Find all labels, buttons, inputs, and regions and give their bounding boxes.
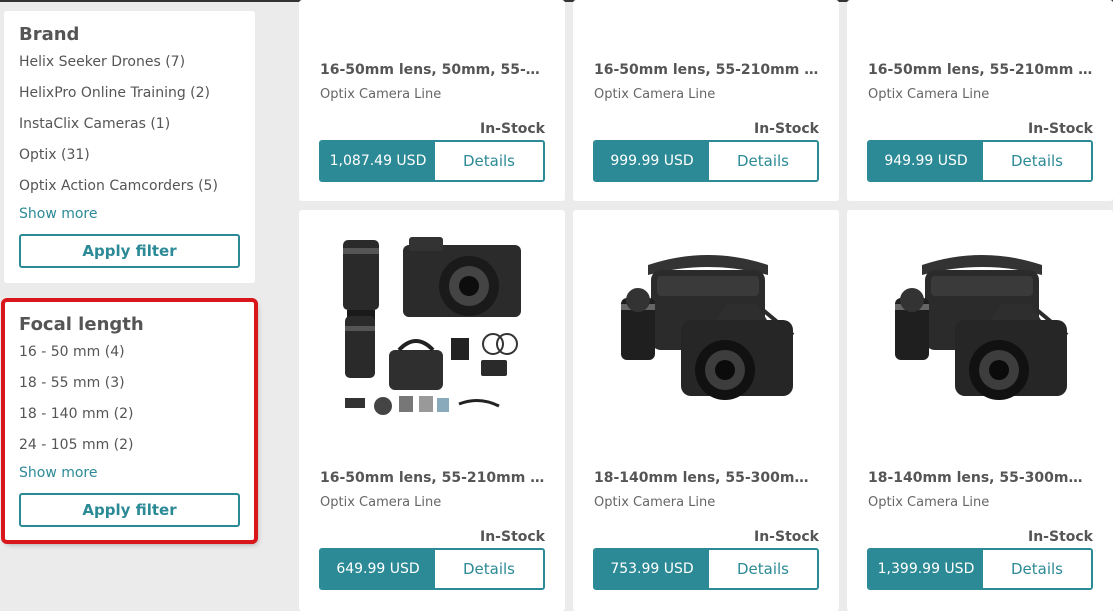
price-label: 1,399.99 USD [869, 550, 983, 588]
buy-box: 753.99 USD Details [593, 548, 819, 590]
product-line: Optix Camera Line [320, 495, 442, 510]
focal-length-option[interactable]: 18 - 55 mm (3) [19, 368, 240, 399]
price-label: 999.99 USD [595, 142, 709, 180]
product-name[interactable]: 18-140mm lens, 55-300mm VR l... [868, 470, 1096, 486]
price-label: 1,087.49 USD [321, 142, 435, 180]
product-card[interactable]: 16-50mm lens, 50mm, 55-210m... Optix Cam… [299, 0, 565, 201]
product-name[interactable]: 16-50mm lens, 55-210mm Tele... [594, 62, 822, 78]
product-name[interactable]: 18-140mm lens, 55-300mm Tel... [594, 470, 822, 486]
price-label: 949.99 USD [869, 142, 983, 180]
brand-option[interactable]: HelixPro Online Training (2) [19, 78, 240, 109]
price-label: 649.99 USD [321, 550, 435, 588]
product-line: Optix Camera Line [594, 87, 716, 102]
details-button[interactable]: Details [709, 142, 817, 180]
stock-status: In-Stock [1028, 121, 1093, 137]
product-name[interactable]: 16-50mm lens, 55-210mm lens,... [320, 470, 548, 486]
details-button[interactable]: Details [435, 142, 543, 180]
focal-length-option[interactable]: 16 - 50 mm (4) [19, 337, 240, 368]
details-button[interactable]: Details [709, 550, 817, 588]
product-image[interactable] [593, 220, 819, 430]
brand-show-more-link[interactable]: Show more [19, 200, 240, 228]
details-button[interactable]: Details [983, 142, 1091, 180]
stock-status: In-Stock [754, 529, 819, 545]
focal-length-option[interactable]: 24 - 105 mm (2) [19, 430, 240, 461]
brand-option[interactable]: Optix (31) [19, 140, 240, 171]
focal-length-apply-filter-button[interactable]: Apply filter [19, 493, 240, 527]
focal-length-filter-title: Focal length [19, 314, 144, 335]
product-line: Optix Camera Line [594, 495, 716, 510]
dslr-bundle-image [621, 255, 795, 400]
dslr-bundle-image [895, 255, 1069, 400]
brand-option[interactable]: Optix Action Camcorders (5) [19, 171, 240, 202]
product-line: Optix Camera Line [868, 87, 990, 102]
product-image[interactable] [319, 220, 545, 430]
brand-filter-panel: Brand Helix Seeker Drones (7) HelixPro O… [4, 11, 255, 283]
product-line: Optix Camera Line [868, 495, 990, 510]
buy-box: 999.99 USD Details [593, 140, 819, 182]
focal-length-show-more-link[interactable]: Show more [19, 459, 240, 487]
camera-kit-image [343, 237, 521, 415]
stock-status: In-Stock [480, 529, 545, 545]
product-card[interactable]: 16-50mm lens, 55-210mm lens,... Optix Ca… [847, 0, 1113, 201]
product-card[interactable]: 16-50mm lens, 55-210mm lens,... Optix Ca… [299, 210, 565, 611]
focal-length-filter-panel: Focal length 16 - 50 mm (4) 18 - 55 mm (… [1, 298, 258, 544]
product-card[interactable]: 16-50mm lens, 55-210mm Tele... Optix Cam… [573, 0, 839, 201]
buy-box: 1,399.99 USD Details [867, 548, 1093, 590]
product-line: Optix Camera Line [320, 87, 442, 102]
details-button[interactable]: Details [983, 550, 1091, 588]
buy-box: 1,087.49 USD Details [319, 140, 545, 182]
product-image[interactable] [867, 220, 1093, 430]
product-card[interactable]: 18-140mm lens, 55-300mm Tel... Optix Cam… [573, 210, 839, 611]
stock-status: In-Stock [480, 121, 545, 137]
product-name[interactable]: 16-50mm lens, 55-210mm lens,... [868, 62, 1096, 78]
stock-status: In-Stock [1028, 529, 1093, 545]
focal-length-option[interactable]: 18 - 140 mm (2) [19, 399, 240, 430]
price-label: 753.99 USD [595, 550, 709, 588]
buy-box: 649.99 USD Details [319, 548, 545, 590]
brand-option[interactable]: Helix Seeker Drones (7) [19, 47, 240, 78]
brand-apply-filter-button[interactable]: Apply filter [19, 234, 240, 268]
buy-box: 949.99 USD Details [867, 140, 1093, 182]
product-card[interactable]: 18-140mm lens, 55-300mm VR l... Optix Ca… [847, 210, 1113, 611]
stock-status: In-Stock [754, 121, 819, 137]
brand-option[interactable]: InstaClix Cameras (1) [19, 109, 240, 140]
product-name[interactable]: 16-50mm lens, 50mm, 55-210m... [320, 62, 548, 78]
brand-filter-title: Brand [19, 24, 80, 45]
details-button[interactable]: Details [435, 550, 543, 588]
